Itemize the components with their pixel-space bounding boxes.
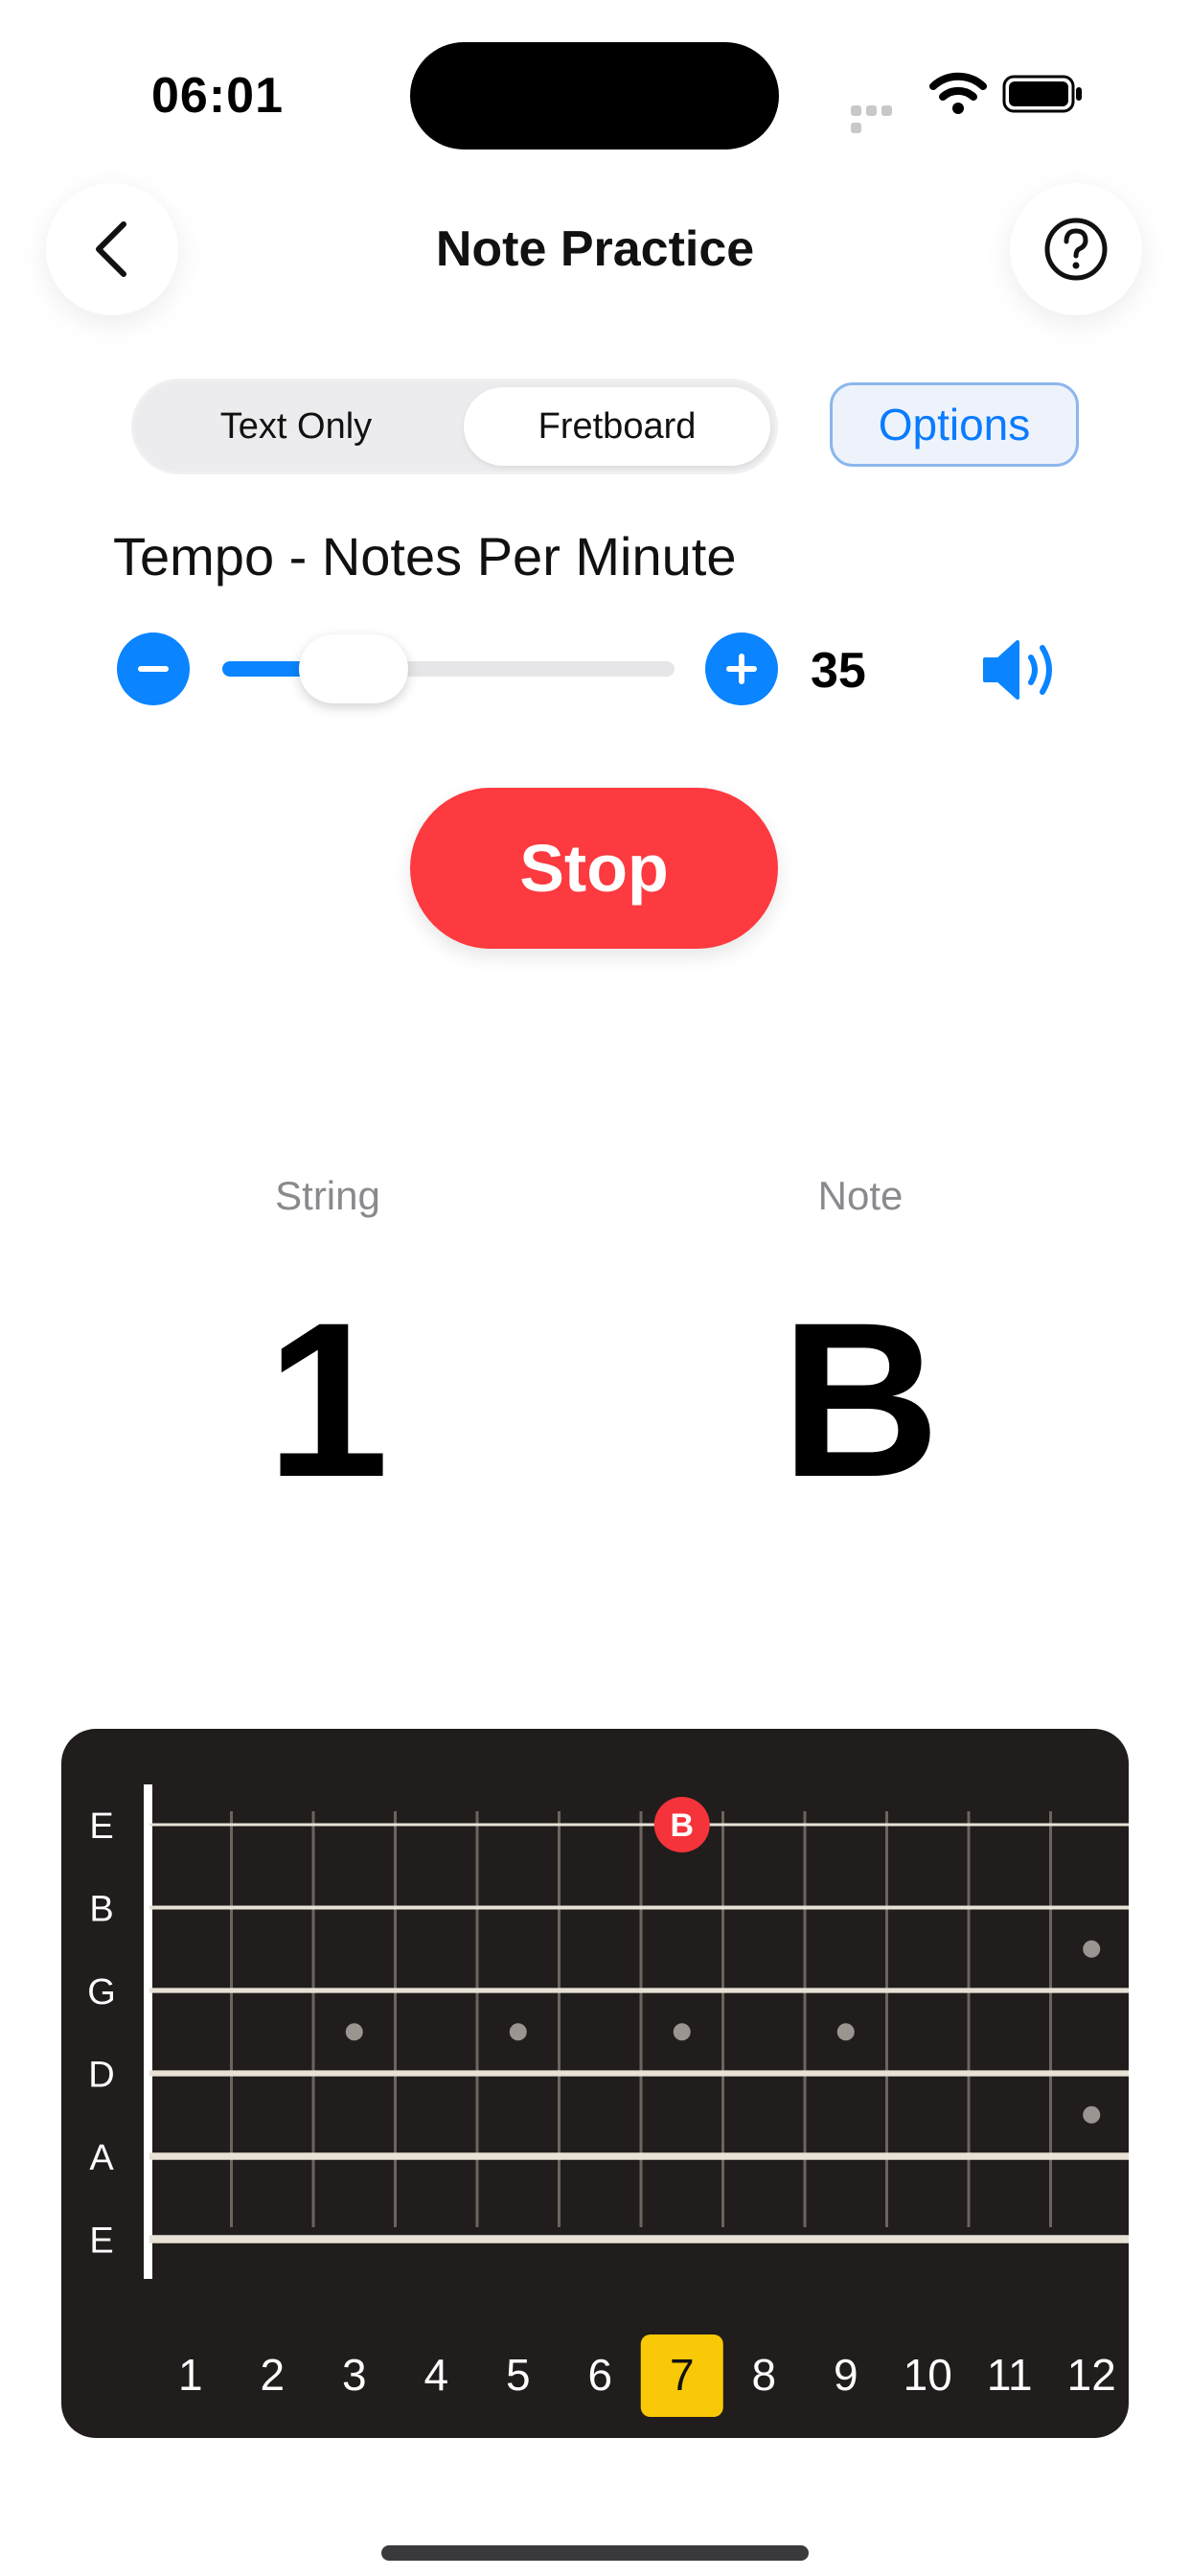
inlay-dot xyxy=(1083,1940,1101,1958)
fret-number-label: 5 xyxy=(506,2350,531,2400)
fret-number-label: 6 xyxy=(587,2350,612,2400)
stop-button[interactable]: Stop xyxy=(410,788,778,949)
tempo-increase-button[interactable] xyxy=(705,632,778,705)
inlay-dot xyxy=(509,2023,527,2041)
inlay-dot xyxy=(1083,2105,1101,2124)
inlay-dot xyxy=(673,2023,691,2041)
help-button[interactable] xyxy=(1010,183,1142,315)
fret-number-label: 8 xyxy=(751,2350,776,2400)
string-name-label: E xyxy=(89,1806,113,1847)
signal-dots-icon xyxy=(851,104,910,133)
string-name-label: G xyxy=(87,1972,116,2012)
string-value: 1 xyxy=(266,1276,389,1523)
fret-number-label: 7 xyxy=(670,2350,695,2400)
string-name-label: A xyxy=(89,2138,114,2178)
nut xyxy=(144,1784,152,2279)
slider-thumb[interactable] xyxy=(298,634,408,703)
fret-number-label: 10 xyxy=(904,2350,952,2400)
fret-number-label: 3 xyxy=(342,2350,367,2400)
question-circle-icon xyxy=(1044,218,1108,281)
fret-number-label: 9 xyxy=(834,2350,858,2400)
plus-circle-icon xyxy=(726,654,757,684)
fret-number-label: 4 xyxy=(423,2350,448,2400)
tempo-label: Tempo - Notes Per Minute xyxy=(113,526,737,586)
fret-number-label: 11 xyxy=(987,2350,1033,2400)
string-name-label: B xyxy=(89,1890,113,1930)
note-marker-label: B xyxy=(670,1807,694,1844)
minus-circle-icon xyxy=(138,666,169,672)
tempo-decrease-button[interactable] xyxy=(117,632,190,705)
inlay-dot xyxy=(836,2023,855,2041)
fretboard[interactable]: E B G D A E 1 2 3 4 5 6 7 8 9 10 11 12 B xyxy=(61,1729,1129,2438)
speaker-wave-icon[interactable] xyxy=(981,636,1067,703)
segment-fretboard[interactable]: Fretboard xyxy=(464,387,770,466)
mode-segmented-control: Text Only Fretboard xyxy=(131,379,778,474)
options-button[interactable]: Options xyxy=(830,382,1079,467)
string-name-label: E xyxy=(89,2221,113,2262)
wifi-icon xyxy=(929,72,987,114)
tempo-slider[interactable] xyxy=(222,634,675,703)
note-value: B xyxy=(780,1276,941,1523)
dynamic-island xyxy=(410,42,779,150)
tempo-value: 35 xyxy=(811,643,866,699)
fret-number-label: 1 xyxy=(178,2350,203,2400)
fret-number-label: 2 xyxy=(260,2350,285,2400)
string-name-label: D xyxy=(88,2056,114,2096)
status-time: 06:01 xyxy=(151,68,284,124)
fret-number-label: 12 xyxy=(1067,2350,1116,2400)
inlay-dot xyxy=(345,2023,363,2041)
string-label: String xyxy=(275,1173,380,1218)
home-indicator xyxy=(381,2545,809,2561)
fretboard-diagram: EBGDAE1 2 3 4 5 6 7 8 9 10 11 12B xyxy=(87,1784,1129,2417)
note-label: Note xyxy=(817,1173,904,1218)
battery-icon xyxy=(1002,75,1082,113)
segment-text-only[interactable]: Text Only xyxy=(140,387,452,466)
